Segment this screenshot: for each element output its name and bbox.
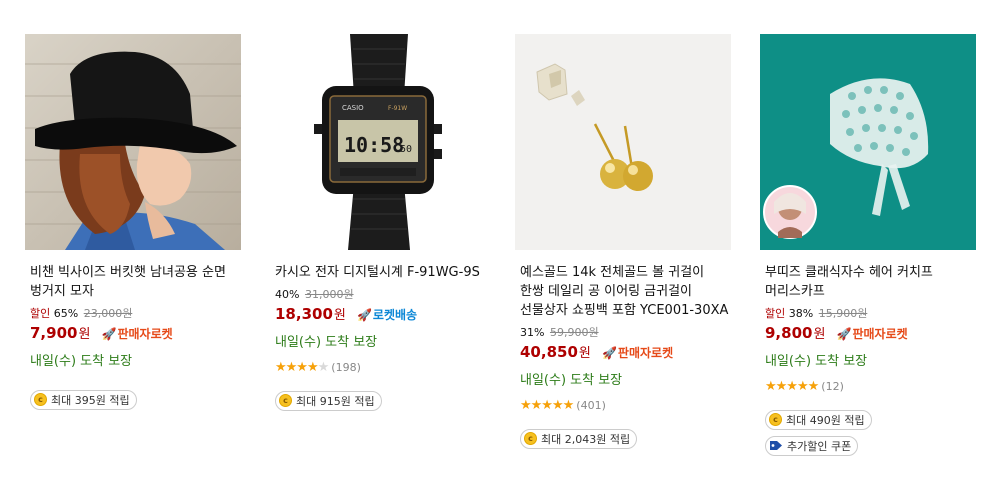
sale-price: 9,800 bbox=[765, 324, 813, 342]
product-image-casio-watch[interactable]: CASIO F-91W 10:58 50 bbox=[270, 34, 486, 250]
review-count: (12) bbox=[821, 380, 844, 393]
currency-unit: 원 bbox=[813, 327, 826, 342]
coin-icon: c bbox=[34, 393, 47, 406]
seller-rocket-badge: 🚀판매자로켓 bbox=[602, 346, 673, 360]
points-text: 최대 395원 적립 bbox=[51, 393, 130, 407]
product-image-gold-earrings[interactable] bbox=[515, 34, 731, 250]
price-line: 40,850원 🚀판매자로켓 bbox=[515, 341, 735, 363]
delivery-guarantee: 내일(수) 도착 보장 bbox=[30, 354, 133, 369]
watch-brand: CASIO bbox=[342, 104, 364, 112]
delivery-guarantee: 내일(수) 도착 보장 bbox=[275, 335, 378, 350]
product-card[interactable]: 비챈 빅사이즈 버킷햇 남녀공용 순면 벙거지 모자 할인 65% 23,000… bbox=[25, 34, 243, 410]
review-count: (198) bbox=[331, 361, 361, 374]
product-title[interactable]: 카시오 전자 디지털시계 F-91WG-9S bbox=[270, 263, 490, 282]
seller-rocket-badge: 🚀판매자로켓 bbox=[102, 327, 173, 341]
price-line: 18,300원 🚀로켓배송 bbox=[270, 303, 490, 325]
points-badge: c 최대 2,043원 적립 bbox=[520, 428, 638, 449]
watch-model: F-91W bbox=[388, 105, 407, 112]
sale-label: 할인 bbox=[765, 307, 786, 320]
original-price: 59,900원 bbox=[549, 326, 599, 339]
currency-unit: 원 bbox=[578, 346, 591, 361]
product-card[interactable]: 부띠즈 클래식자수 헤어 커치프 머리스카프 할인 38% 15,900원 9,… bbox=[760, 34, 980, 456]
discount-info: 40% 31,000원 bbox=[270, 288, 490, 302]
rating[interactable]: ★★★★★ (12) bbox=[760, 379, 980, 395]
coupon-text: 추가할인 쿠폰 bbox=[787, 439, 852, 453]
star-icon: ★★★★★ bbox=[520, 398, 574, 413]
points-text: 최대 915원 적립 bbox=[296, 394, 375, 408]
points-badge: c 최대 490원 적립 bbox=[765, 409, 872, 430]
product-card[interactable]: CASIO F-91W 10:58 50 카시오 전자 디지털시계 F-91WG… bbox=[270, 34, 490, 411]
rocket-label: 판매자로켓 bbox=[852, 327, 908, 341]
price-line: 9,800원 🚀판매자로켓 bbox=[760, 322, 980, 344]
discount-rate: 38% bbox=[788, 307, 814, 320]
points-badge: c 최대 395원 적립 bbox=[30, 389, 137, 410]
rocket-icon: 🚀 bbox=[836, 327, 852, 341]
discount-rate: 31% bbox=[520, 326, 545, 339]
product-card[interactable]: 예스골드 14k 전체골드 볼 귀걸이 한쌍 데일리 공 이어링 금귀걸이 선물… bbox=[515, 34, 735, 449]
coin-icon: c bbox=[279, 394, 292, 407]
discount-info: 할인 38% 15,900원 bbox=[760, 307, 980, 321]
product-title[interactable]: 예스골드 14k 전체골드 볼 귀걸이 한쌍 데일리 공 이어링 금귀걸이 선물… bbox=[515, 263, 735, 320]
discount-info: 할인 65% 23,000원 bbox=[25, 307, 243, 321]
rocket-icon: 🚀 bbox=[356, 308, 372, 322]
sale-price: 7,900 bbox=[30, 324, 78, 342]
star-icon: ★★★★★ bbox=[275, 360, 329, 375]
coupon-badge[interactable]: 추가할인 쿠폰 bbox=[765, 435, 859, 456]
product-title[interactable]: 부띠즈 클래식자수 헤어 커치프 머리스카프 bbox=[760, 263, 980, 301]
rocket-label: 판매자로켓 bbox=[617, 346, 674, 360]
coin-icon: c bbox=[524, 432, 537, 445]
watch-seconds: 50 bbox=[400, 144, 412, 155]
original-price: 31,000원 bbox=[304, 288, 354, 301]
rating[interactable]: ★★★★★ (401) bbox=[515, 398, 735, 414]
discount-info: 31% 59,900원 bbox=[515, 326, 735, 340]
rocket-label: 로켓배송 bbox=[372, 308, 418, 322]
original-price: 23,000원 bbox=[83, 307, 133, 320]
product-image-lace-kerchief[interactable] bbox=[760, 34, 976, 250]
sale-label: 할인 bbox=[30, 307, 51, 320]
coin-icon: c bbox=[769, 413, 782, 426]
seller-rocket-badge: 🚀판매자로켓 bbox=[837, 327, 908, 341]
discount-rate: 65% bbox=[53, 307, 79, 320]
currency-unit: 원 bbox=[333, 308, 346, 323]
points-badge: c 최대 915원 적립 bbox=[275, 390, 382, 411]
rocket-icon: 🚀 bbox=[101, 327, 117, 341]
product-title[interactable]: 비챈 빅사이즈 버킷햇 남녀공용 순면 벙거지 모자 bbox=[25, 263, 243, 301]
delivery-guarantee: 내일(수) 도착 보장 bbox=[520, 373, 623, 388]
rating[interactable]: ★★★★★ (198) bbox=[270, 360, 490, 376]
sale-price: 18,300 bbox=[275, 305, 333, 323]
star-icon: ★★★★★ bbox=[765, 379, 819, 394]
rocket-icon: 🚀 bbox=[601, 346, 617, 360]
points-text: 최대 2,043원 적립 bbox=[541, 432, 631, 446]
coupon-tag-icon bbox=[770, 441, 782, 450]
price-line: 7,900원 🚀판매자로켓 bbox=[25, 322, 243, 344]
watch-time: 10:58 bbox=[344, 133, 404, 157]
product-image-bucket-hat[interactable] bbox=[25, 34, 241, 250]
sale-price: 40,850 bbox=[520, 343, 578, 361]
original-price: 15,900원 bbox=[818, 307, 868, 320]
rocket-label: 판매자로켓 bbox=[117, 327, 173, 341]
rocket-delivery-badge: 🚀로켓배송 bbox=[357, 308, 417, 322]
points-text: 최대 490원 적립 bbox=[786, 413, 865, 427]
review-count: (401) bbox=[576, 399, 606, 412]
delivery-guarantee: 내일(수) 도착 보장 bbox=[765, 354, 868, 369]
discount-rate: 40% bbox=[275, 288, 300, 301]
currency-unit: 원 bbox=[78, 327, 91, 342]
